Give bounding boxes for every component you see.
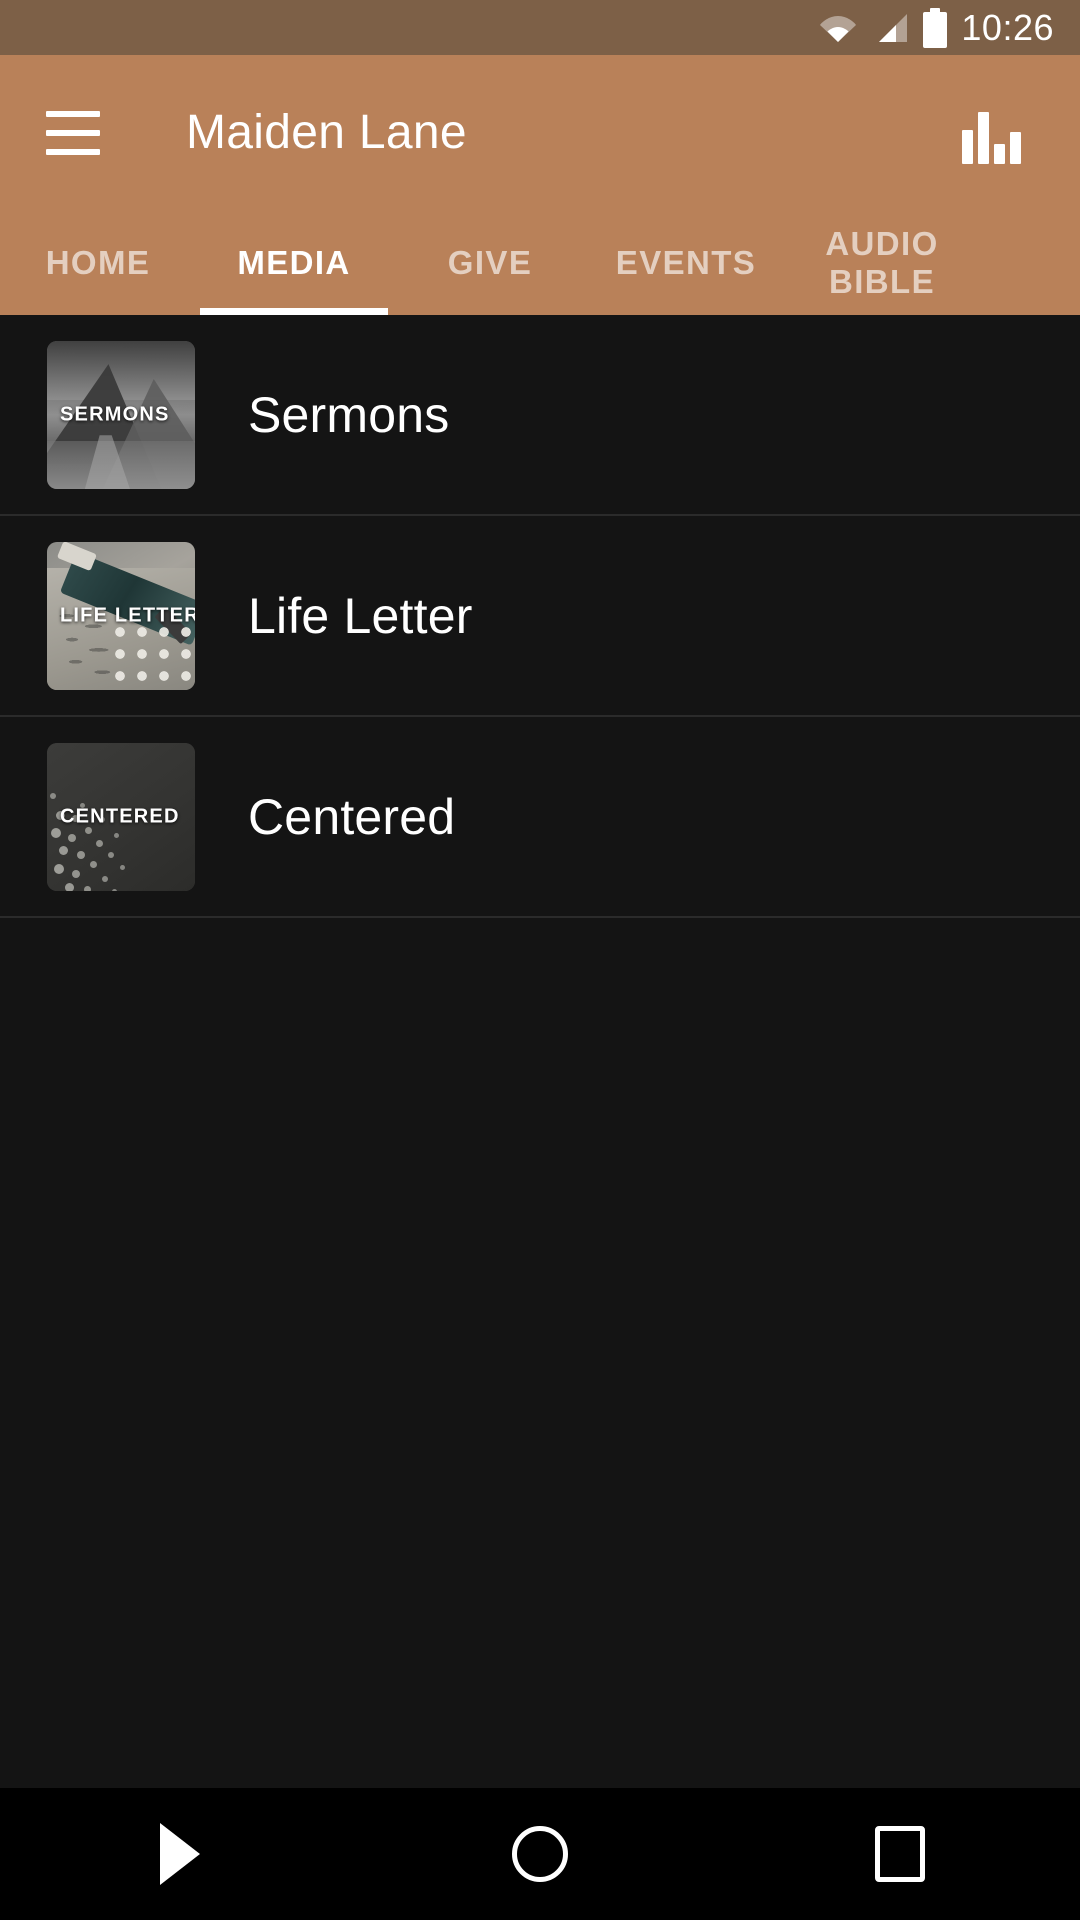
list-item-title: Life Letter	[248, 587, 473, 644]
decorative-dot	[95, 840, 103, 848]
battery-icon	[923, 7, 948, 48]
decorative-dot	[67, 834, 76, 843]
app-screen: 10:26 Maiden Lane HOME MEDIA GIVE EVENTS…	[0, 0, 1080, 1920]
tab-media-label: MEDIA	[237, 243, 351, 281]
decorative-dot	[107, 852, 114, 859]
tab-give-label: GIVE	[447, 243, 533, 281]
back-triangle-icon	[160, 1823, 200, 1885]
tab-audio-bible[interactable]: AUDIO BIBLE	[784, 210, 980, 315]
tab-bar[interactable]: HOME MEDIA GIVE EVENTS AUDIO BIBLE	[0, 210, 1080, 315]
wifi-icon	[819, 13, 857, 43]
list-item[interactable]: SERMONS Sermons	[0, 315, 1080, 516]
home-circle-icon	[512, 1826, 568, 1882]
app-bar: Maiden Lane	[0, 55, 1080, 210]
cellular-signal-icon	[871, 12, 909, 44]
status-bar: 10:26	[0, 0, 1080, 55]
decorative-dot	[72, 869, 81, 878]
decorative-dot	[49, 792, 56, 799]
tab-events[interactable]: EVENTS	[588, 210, 784, 315]
thumbnail-label: LIFE LETTER	[60, 604, 195, 626]
decorative-dot	[64, 883, 74, 891]
media-thumbnail: LIFE LETTER	[47, 541, 195, 690]
media-list: SERMONS Sermons LIFE LETTER Life Letter …	[0, 315, 1080, 918]
decorative-dot	[51, 828, 62, 839]
bar-chart-icon[interactable]	[960, 102, 1022, 164]
decorative-dot	[113, 832, 119, 838]
decorative-dot	[119, 865, 125, 871]
list-item-title: Sermons	[248, 386, 450, 443]
page-title: Maiden Lane	[186, 106, 467, 159]
tab-home-label: HOME	[45, 243, 151, 281]
media-thumbnail: SERMONS	[47, 340, 195, 489]
tab-audio-bible-label: AUDIO BIBLE	[825, 224, 939, 300]
decorative-dot	[112, 889, 118, 891]
tab-home[interactable]: HOME	[0, 210, 196, 315]
status-bar-clock: 10:26	[961, 6, 1054, 48]
recents-square-icon	[875, 1826, 925, 1882]
android-nav-bar	[0, 1788, 1080, 1920]
tab-media[interactable]: MEDIA	[196, 210, 392, 315]
decorative-dot	[84, 886, 91, 891]
home-button[interactable]	[465, 1788, 615, 1920]
list-item-title: Centered	[248, 788, 456, 845]
status-icons: 10:26	[819, 7, 1054, 49]
media-content-area: SERMONS Sermons LIFE LETTER Life Letter …	[0, 315, 1080, 1788]
decorative-dot	[76, 850, 85, 859]
decorative-dot	[101, 875, 108, 882]
thumbnail-label: CENTERED	[60, 805, 180, 827]
back-button[interactable]	[105, 1788, 255, 1920]
recents-button[interactable]	[825, 1788, 975, 1920]
hamburger-menu-icon[interactable]	[46, 110, 100, 155]
thumbnail-label: SERMONS	[60, 403, 170, 425]
list-item[interactable]: CENTERED Centered	[0, 717, 1080, 918]
decorative-dot	[54, 863, 65, 874]
media-thumbnail: CENTERED	[47, 742, 195, 891]
list-item[interactable]: LIFE LETTER Life Letter	[0, 516, 1080, 717]
tab-events-label: EVENTS	[615, 243, 757, 281]
decorative-dot	[58, 846, 68, 856]
tab-give[interactable]: GIVE	[392, 210, 588, 315]
decorative-dot	[89, 860, 97, 868]
